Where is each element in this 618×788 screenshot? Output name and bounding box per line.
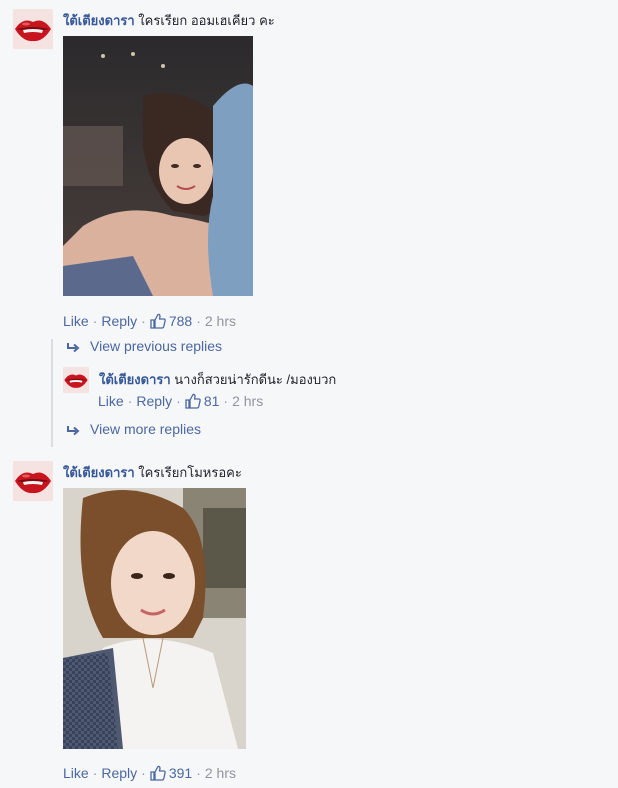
comment-actions: Like · Reply · 788 · 2 hrs <box>63 313 236 332</box>
view-more-label: View more replies <box>90 421 202 437</box>
like-count[interactable]: 391 <box>169 765 192 781</box>
timestamp[interactable]: 2 hrs <box>232 393 263 409</box>
commenter-avatar[interactable] <box>13 9 53 49</box>
lips-avatar-icon <box>13 461 53 501</box>
commenter-avatar[interactable] <box>13 461 53 501</box>
reply-actions: Like · Reply · 81 · 2 hrs <box>98 393 263 412</box>
like-link[interactable]: Like <box>98 393 124 409</box>
like-link[interactable]: Like <box>63 313 89 329</box>
thumbs-up-icon[interactable] <box>150 765 166 784</box>
comment-photo[interactable] <box>63 488 246 749</box>
view-more-replies-link[interactable]: View more replies <box>66 421 201 440</box>
like-count[interactable]: 81 <box>204 393 220 409</box>
reply-author-link[interactable]: ใต้เตียงดารา <box>99 372 171 387</box>
timestamp[interactable]: 2 hrs <box>205 313 236 329</box>
photo-image <box>63 36 253 296</box>
reply-avatar[interactable] <box>63 367 89 393</box>
lips-avatar-icon <box>63 367 89 393</box>
reply-link[interactable]: Reply <box>101 313 137 329</box>
comment-photo[interactable] <box>63 36 253 296</box>
timestamp[interactable]: 2 hrs <box>205 765 236 781</box>
lips-avatar-icon <box>13 9 53 49</box>
like-link[interactable]: Like <box>63 765 89 781</box>
reply-arrow-icon <box>66 341 80 357</box>
view-previous-replies-link[interactable]: View previous replies <box>66 338 222 357</box>
thumbs-up-icon[interactable] <box>150 313 166 332</box>
comment-header: ใต้เตียงดารา ใครเรียกโมหรอคะ <box>63 462 242 483</box>
reply-link[interactable]: Reply <box>136 393 172 409</box>
photo-image <box>63 488 246 749</box>
comment-author-link[interactable]: ใต้เตียงดารา <box>63 13 135 28</box>
like-count[interactable]: 788 <box>169 313 192 329</box>
reply-header: ใต้เตียงดารา นางก็สวยน่ารักดีนะ /มองบวก <box>99 369 336 390</box>
reply-text: นางก็สวยน่ารักดีนะ /มองบวก <box>174 372 337 387</box>
comment-header: ใต้เตียงดารา ใครเรียก ออมเฮเคียว คะ <box>63 10 275 31</box>
comment-text: ใครเรียก ออมเฮเคียว คะ <box>138 13 275 28</box>
comment-actions: Like · Reply · 391 · 2 hrs <box>63 765 236 784</box>
reply-link[interactable]: Reply <box>101 765 137 781</box>
view-previous-label: View previous replies <box>90 338 223 354</box>
reply-arrow-icon <box>66 424 80 440</box>
comment-text: ใครเรียกโมหรอคะ <box>138 465 242 480</box>
reply-thread-line <box>51 339 53 447</box>
comment-author-link[interactable]: ใต้เตียงดารา <box>63 465 135 480</box>
thumbs-up-icon[interactable] <box>185 393 201 412</box>
